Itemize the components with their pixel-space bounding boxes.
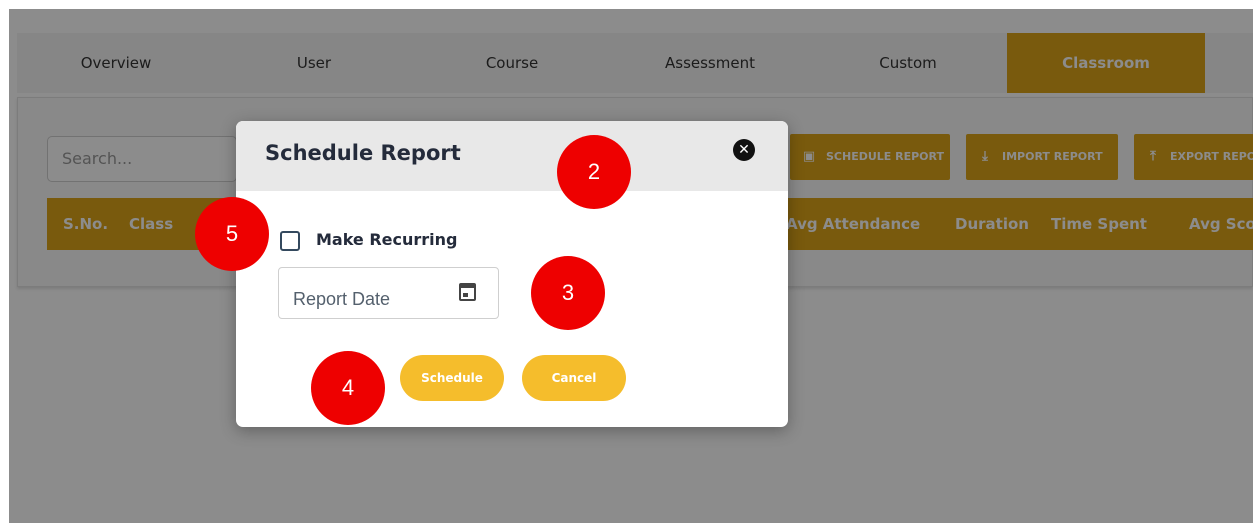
annotation-marker-2: 2 (557, 135, 631, 209)
close-icon[interactable]: ✕ (733, 139, 755, 161)
cancel-button[interactable]: Cancel (522, 355, 626, 401)
recurring-label: Make Recurring (316, 230, 458, 249)
recurring-checkbox[interactable] (280, 231, 300, 251)
schedule-button[interactable]: Schedule (400, 355, 504, 401)
calendar-icon[interactable] (459, 283, 476, 301)
annotation-marker-4: 4 (311, 351, 385, 425)
annotation-marker-3: 3 (531, 256, 605, 330)
dialog-title: Schedule Report (265, 141, 461, 165)
screen: Overview User Course Assessment Custom C… (0, 0, 1253, 523)
report-date-field[interactable]: Report Date (278, 267, 499, 319)
annotation-marker-5: 5 (195, 197, 269, 271)
dialog-header: Schedule Report ✕ (236, 121, 788, 191)
report-date-placeholder: Report Date (293, 289, 391, 309)
